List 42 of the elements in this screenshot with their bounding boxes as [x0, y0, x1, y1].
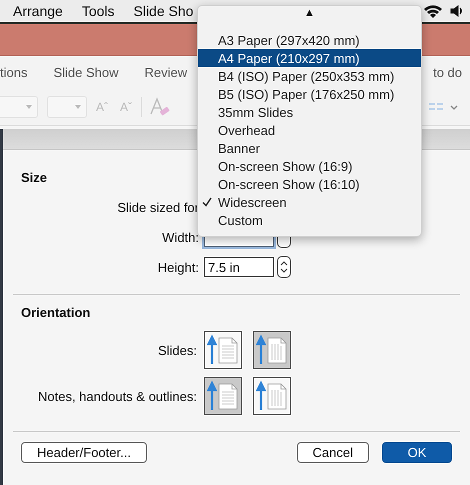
menu-item[interactable]: Banner: [198, 139, 421, 157]
speaker-icon[interactable]: [450, 4, 464, 18]
menu-item[interactable]: 35mm Slides: [198, 103, 421, 121]
scroll-up-arrow[interactable]: ▲: [198, 6, 421, 21]
caret-icon[interactable]: [450, 104, 458, 110]
menu-item[interactable]: On-screen Show (16:9): [198, 157, 421, 175]
portrait-orientation-button[interactable]: [204, 377, 242, 415]
checkmark-icon: [202, 197, 212, 207]
dialog-button[interactable]: Cancel: [296, 442, 369, 463]
menu-bar-item[interactable]: Arrange: [13, 3, 63, 19]
stepper[interactable]: [277, 256, 291, 278]
ribbon-tab[interactable]: Review: [144, 65, 188, 80]
menu-item[interactable]: B5 (ISO) Paper (176x250 mm): [198, 85, 421, 103]
caret-icon: [75, 105, 81, 109]
caret-icon: [26, 105, 32, 109]
section-title: Orientation: [21, 305, 90, 320]
ribbon-tab[interactable]: tions: [0, 65, 28, 80]
menu-item[interactable]: On-screen Show (16:10): [198, 175, 421, 193]
menu-bar-item[interactable]: Tools: [82, 3, 114, 19]
landscape-orientation-button[interactable]: [253, 331, 291, 369]
height-field[interactable]: 7.5 in: [204, 257, 274, 277]
section-title: Size: [21, 170, 48, 185]
field-label: Slides:: [156, 342, 198, 358]
menu-item[interactable]: Custom: [198, 211, 421, 229]
ribbon-tab[interactable]: Slide Show: [53, 65, 119, 80]
field-label: Slide sized for: [116, 200, 200, 214]
menu-item[interactable]: Overhead: [198, 121, 421, 139]
menu-bar-item[interactable]: Slide Sho: [134, 3, 194, 19]
field-label: Notes, handouts & outlines:: [37, 388, 198, 404]
field-label: Height:: [156, 260, 200, 274]
menu-item[interactable]: A3 Paper (297x420 mm): [198, 31, 421, 49]
portrait-orientation-button[interactable]: [204, 331, 242, 369]
up-down-arrows-icon: [280, 260, 288, 274]
menu-item[interactable]: Widescreen: [198, 193, 421, 211]
ok-button[interactable]: OK: [382, 442, 452, 463]
menu-item[interactable]: B4 (ISO) Paper (250x353 mm): [198, 67, 421, 85]
ribbon-tab[interactable]: to do: [433, 65, 462, 80]
wifi-icon[interactable]: [422, 3, 444, 19]
dialog-button[interactable]: Header/Footer...: [21, 442, 147, 463]
landscape-orientation-button[interactable]: [253, 377, 291, 415]
menu-item[interactable]: A4 Paper (210x297 mm): [198, 49, 421, 67]
field-label: Width:: [161, 230, 200, 244]
